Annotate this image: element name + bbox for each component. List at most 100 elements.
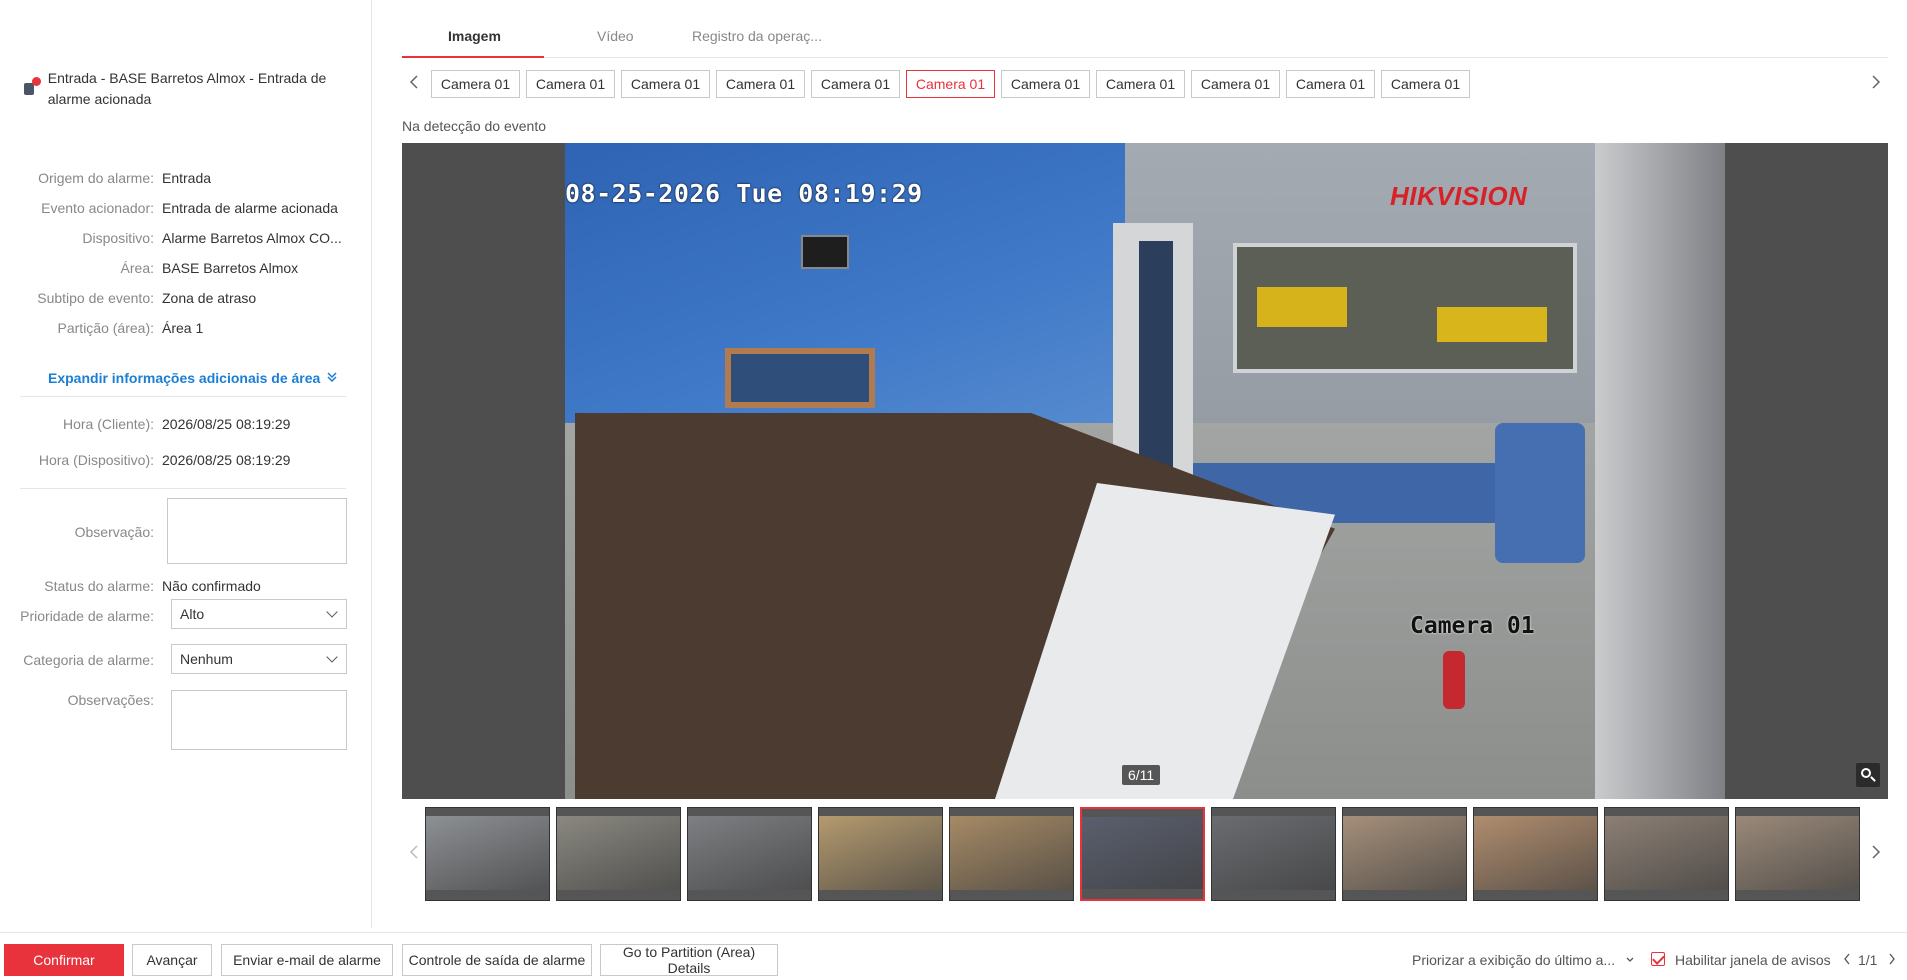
category-selected-value: Nenhum — [180, 651, 233, 667]
camera-tab-11[interactable]: Camera 01 — [1381, 70, 1470, 98]
detail-row-device: Dispositivo: Alarme Barretos Almox CO... — [0, 230, 372, 246]
observation-textarea[interactable] — [167, 498, 347, 564]
thumbnail-image — [426, 816, 549, 891]
image-counter: 6/11 — [1122, 765, 1161, 785]
detail-row-event-subtype: Subtipo de evento: Zona de atraso — [0, 290, 372, 306]
thumbnail-8[interactable] — [1342, 807, 1467, 901]
partition-details-button[interactable]: Go to Partition (Area) Details — [600, 944, 778, 976]
thumbnail-bar — [819, 890, 942, 900]
detail-label: Dispositivo: — [82, 230, 154, 246]
remarks-textarea[interactable] — [171, 690, 347, 750]
category-label: Categoria de alarme: — [23, 652, 154, 668]
alarm-header: Entrada - BASE Barretos Almox - Entrada … — [22, 68, 352, 110]
thumbnail-image — [950, 816, 1073, 891]
thumbnail-bar — [1605, 890, 1728, 900]
confirm-button[interactable]: Confirmar — [4, 944, 124, 976]
status-value: Não confirmado — [162, 578, 261, 594]
tab-image[interactable]: Imagem — [448, 28, 501, 44]
thumbnail-image — [1736, 816, 1859, 891]
thumbnail-prev-arrow-icon[interactable] — [408, 840, 420, 870]
thumbnail-bar — [1212, 890, 1335, 900]
camera-tab-6[interactable]: Camera 01 — [906, 70, 995, 98]
camera-tab-2[interactable]: Camera 01 — [526, 70, 615, 98]
client-time-value: 2026/08/25 08:19:29 — [162, 416, 291, 432]
category-select[interactable]: Nenhum — [171, 644, 347, 674]
send-alarm-email-button[interactable]: Enviar e-mail de alarme — [221, 944, 393, 976]
camera-next-arrow-icon[interactable] — [1870, 70, 1882, 99]
zoom-in-icon[interactable] — [1856, 763, 1880, 787]
thumbnail-bar — [426, 890, 549, 900]
thumbnail-6[interactable] — [1080, 807, 1205, 901]
detail-label: Origem do alarme: — [38, 170, 154, 186]
status-row: Status do alarme: Não confirmado — [0, 578, 372, 594]
thumbnail-bar — [1474, 890, 1597, 900]
osd-brand-logo: HIKVISION — [1390, 181, 1528, 211]
double-chevron-down-icon — [326, 371, 338, 386]
chevron-down-icon — [1625, 952, 1635, 968]
content-tabs: Imagem Vídeo Registro da operaç... — [402, 20, 1888, 58]
divider — [20, 396, 346, 397]
tab-video[interactable]: Vídeo — [597, 28, 634, 44]
thumbnail-5[interactable] — [949, 807, 1074, 901]
enable-popup-checkbox[interactable] — [1651, 952, 1665, 966]
detail-value: Entrada — [162, 170, 212, 186]
prioritize-display-dropdown[interactable]: Priorizar a exibição do último a... — [1412, 952, 1635, 968]
thumbnail-image — [819, 816, 942, 891]
detail-row-area: Área: BASE Barretos Almox — [0, 260, 372, 276]
image-viewer[interactable]: 08-25-2026 Tue 08:19:29 HIKVISION Camera… — [402, 143, 1888, 799]
device-time-value: 2026/08/25 08:19:29 — [162, 452, 291, 468]
thumbnail-11[interactable] — [1735, 807, 1860, 901]
thumbnail-bar — [1082, 889, 1203, 899]
detail-value: Área 1 — [162, 320, 204, 336]
detail-value: Zona de atraso — [162, 290, 257, 306]
priority-label: Prioridade de alarme: — [20, 608, 154, 624]
priority-select[interactable]: Alto — [171, 599, 347, 629]
page-indicator: 1/1 — [1858, 952, 1878, 968]
event-capture-label: Na detecção do evento — [402, 118, 546, 134]
camera-prev-arrow-icon[interactable] — [408, 70, 420, 99]
detail-value: Entrada de alarme acionada — [162, 200, 338, 216]
client-time-row: Hora (Cliente): 2026/08/25 08:19:29 — [0, 416, 372, 432]
detail-value: BASE Barretos Almox — [162, 260, 299, 276]
camera-tab-9[interactable]: Camera 01 — [1191, 70, 1280, 98]
next-button[interactable]: Avançar — [132, 944, 212, 976]
status-label: Status do alarme: — [44, 578, 154, 594]
tab-operation-log[interactable]: Registro da operaç... — [692, 28, 822, 44]
thumbnail-3[interactable] — [687, 807, 812, 901]
camera-tab-5[interactable]: Camera 01 — [811, 70, 900, 98]
chevron-down-icon — [326, 651, 338, 663]
remarks-label: Observações: — [67, 692, 154, 708]
camera-tab-1[interactable]: Camera 01 — [431, 70, 520, 98]
device-time-row: Hora (Dispositivo): 2026/08/25 08:19:29 — [0, 452, 372, 468]
expand-area-info-label: Expandir informações adicionais de área — [48, 370, 321, 386]
thumbnail-image — [688, 816, 811, 891]
thumbnail-image — [1343, 816, 1466, 891]
active-tab-indicator — [402, 56, 544, 58]
camera-tab-4[interactable]: Camera 01 — [716, 70, 805, 98]
camera-tab-10[interactable]: Camera 01 — [1286, 70, 1375, 98]
thumbnail-bar — [557, 890, 680, 900]
page-prev-arrow-icon[interactable] — [1842, 952, 1852, 969]
priority-selected-value: Alto — [180, 606, 205, 622]
alarm-output-control-button[interactable]: Controle de saída de alarme — [402, 944, 592, 976]
thumbnail-1[interactable] — [425, 807, 550, 901]
camera-tab-7[interactable]: Camera 01 — [1001, 70, 1090, 98]
camera-tab-3[interactable]: Camera 01 — [621, 70, 710, 98]
divider — [20, 488, 346, 489]
alarm-input-icon — [22, 77, 41, 97]
alarm-title: Entrada - BASE Barretos Almox - Entrada … — [47, 70, 327, 107]
camera-tab-8[interactable]: Camera 01 — [1096, 70, 1185, 98]
thumbnail-7[interactable] — [1211, 807, 1336, 901]
expand-area-info-link[interactable]: Expandir informações adicionais de área — [48, 370, 338, 386]
thumbnail-2[interactable] — [556, 807, 681, 901]
thumbnail-bar — [1343, 890, 1466, 900]
thumbnail-4[interactable] — [818, 807, 943, 901]
thumbnail-bar — [688, 890, 811, 900]
chevron-down-icon — [326, 606, 338, 618]
thumbnail-next-arrow-icon[interactable] — [1870, 840, 1882, 870]
observation-label: Observação: — [74, 524, 154, 540]
thumbnail-9[interactable] — [1473, 807, 1598, 901]
thumbnail-10[interactable] — [1604, 807, 1729, 901]
device-time-label: Hora (Dispositivo): — [38, 452, 154, 468]
page-next-arrow-icon[interactable] — [1887, 952, 1897, 969]
